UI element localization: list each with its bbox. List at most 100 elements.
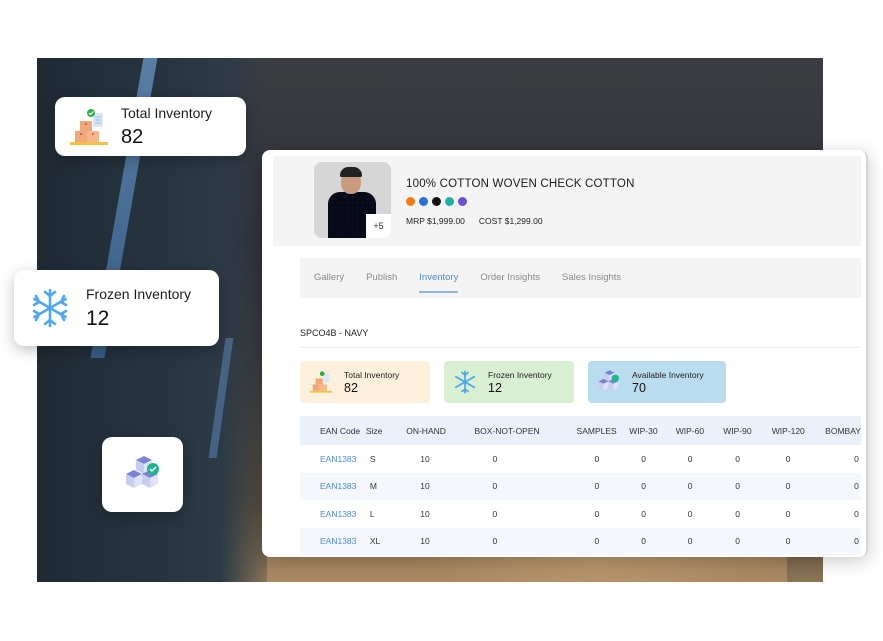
table-cell: 0 <box>825 527 861 555</box>
color-swatch[interactable] <box>458 197 467 206</box>
ean-code-link[interactable]: EAN1383 <box>300 527 366 555</box>
table-cell: 10 <box>406 472 475 500</box>
table-cell: 0 <box>825 472 861 500</box>
boxes-checklist-icon <box>70 108 108 145</box>
cubes-check-icon <box>125 455 159 488</box>
product-inventory-card: +5 100% COTTON WOVEN CHECK COTTON MRP $1… <box>262 150 868 557</box>
available-inventory-stat: Available Inventory 70 <box>588 361 726 403</box>
table-row[interactable]: EAN1383 XL 10 0 0 0 0 0 0 0 <box>300 527 861 555</box>
product-image[interactable]: +5 <box>314 162 391 238</box>
table-cell: 10 <box>406 527 475 555</box>
color-swatch[interactable] <box>419 197 428 206</box>
product-header: +5 100% COTTON WOVEN CHECK COTTON MRP $1… <box>273 156 861 246</box>
ean-code-link[interactable]: EAN1383 <box>300 472 366 500</box>
variant-label: SPCO4B - NAVY <box>300 328 369 338</box>
table-cell: 0 <box>594 508 600 519</box>
total-inventory-value: 82 <box>344 380 358 395</box>
table-cell: 0 <box>576 527 630 555</box>
table-cell: 0 <box>723 472 772 500</box>
table-cell: 0 <box>641 453 646 464</box>
table-cell: 0 <box>576 472 630 500</box>
frozen-inventory-label: Frozen Inventory <box>488 369 552 380</box>
ean-code-link[interactable]: EAN1383 <box>300 445 366 473</box>
float-frozen-value: 12 <box>86 306 110 330</box>
column-header[interactable]: ON-HAND <box>406 416 475 445</box>
table-cell: 0 <box>785 453 791 464</box>
table-cell: 10 <box>420 508 430 519</box>
column-header[interactable]: WIP-60 <box>675 416 724 445</box>
color-swatch[interactable] <box>432 197 441 206</box>
table-cell: 10 <box>420 453 430 464</box>
column-header[interactable]: SAMPLES <box>576 416 630 445</box>
total-inventory-label: Total Inventory <box>344 369 400 380</box>
table-header-row: EAN Code Size ON-HAND BOX-NOT-OPEN SAMPL… <box>300 416 861 445</box>
frozen-inventory-float-card: Frozen Inventory 12 <box>14 270 219 346</box>
more-images-badge[interactable]: +5 <box>366 214 391 238</box>
product-title: 100% COTTON WOVEN CHECK COTTON <box>406 178 635 190</box>
column-header[interactable]: Size <box>365 416 407 445</box>
color-swatch[interactable] <box>406 197 415 206</box>
ean-code-link[interactable]: EAN1383 <box>300 500 366 528</box>
table-cell: 0 <box>687 453 693 464</box>
column-header[interactable]: WIP-120 <box>771 416 826 445</box>
table-cell: 0 <box>723 527 772 555</box>
boxes-checklist-icon <box>309 371 333 393</box>
inventory-stats: Total Inventory 82 Frozen Inventory 12 A… <box>300 361 726 403</box>
inventory-table: EAN Code Size ON-HAND BOX-NOT-OPEN SAMPL… <box>300 416 861 555</box>
tabs-bar: Gallery Publish Inventory Order Insights… <box>300 258 861 298</box>
table-row[interactable]: EAN1383 L 10 0 0 0 0 0 0 0 <box>300 500 861 528</box>
table-cell: 0 <box>854 508 859 519</box>
table-cell: 0 <box>629 527 676 555</box>
table-cell: L <box>369 508 375 519</box>
table-cell: 0 <box>735 508 740 519</box>
frozen-inventory-stat: Frozen Inventory 12 <box>444 361 574 403</box>
table-cell: 0 <box>629 472 676 500</box>
table-cell: 0 <box>785 508 791 519</box>
table-cell: 0 <box>771 527 826 555</box>
table-cell: 0 <box>735 453 740 464</box>
tab-order-insights[interactable]: Order Insights <box>480 258 540 298</box>
snowflake-icon <box>454 370 476 394</box>
divider <box>300 347 861 348</box>
table-cell: 0 <box>492 508 498 519</box>
price-info: MRP $1,999.00 COST $1,299.00 <box>406 216 543 226</box>
float-total-label: Total Inventory <box>121 104 213 121</box>
color-swatches <box>406 197 467 206</box>
column-header[interactable]: BOX-NOT-OPEN <box>474 416 577 445</box>
table-cell: 0 <box>854 453 859 464</box>
available-inventory-label: Available Inventory <box>632 369 704 380</box>
tab-sales-insights[interactable]: Sales Insights <box>562 258 621 298</box>
table-cell: 0 <box>474 472 577 500</box>
table-row[interactable]: EAN1383 M 10 0 0 0 0 0 0 0 <box>300 472 861 500</box>
tab-inventory[interactable]: Inventory <box>419 258 459 298</box>
table-cell: 0 <box>675 472 724 500</box>
table-cell: 0 <box>641 508 646 519</box>
table-cell: 0 <box>675 527 724 555</box>
cubes-check-icon <box>598 370 619 391</box>
table-cell: 0 <box>474 527 577 555</box>
float-total-value: 82 <box>121 125 144 148</box>
table-cell: 0 <box>687 508 693 519</box>
tab-gallery[interactable]: Gallery <box>314 258 344 298</box>
column-header[interactable]: BOMBAY <box>825 416 861 445</box>
total-inventory-float-card: Total Inventory 82 <box>55 97 246 156</box>
mrp-price: MRP $1,999.00 <box>406 216 465 226</box>
available-inventory-float-card <box>102 437 183 512</box>
cost-price: COST $1,299.00 <box>478 216 543 226</box>
column-header[interactable]: EAN Code <box>300 416 366 445</box>
tab-publish[interactable]: Publish <box>366 258 397 298</box>
total-inventory-stat: Total Inventory 82 <box>300 361 430 403</box>
available-inventory-value: 70 <box>632 380 646 395</box>
column-header[interactable]: WIP-30 <box>629 416 676 445</box>
table-cell: 0 <box>594 453 600 464</box>
color-swatch[interactable] <box>445 197 454 206</box>
table-cell: XL <box>365 527 407 555</box>
table-cell: 0 <box>492 453 498 464</box>
table-cell: S <box>369 453 376 464</box>
model-hair <box>340 167 362 177</box>
snowflake-icon <box>32 288 68 328</box>
table-row[interactable]: EAN1383 S 10 0 0 0 0 0 0 0 <box>300 445 861 473</box>
frozen-inventory-value: 12 <box>488 380 502 395</box>
table-cell: M <box>365 472 407 500</box>
column-header[interactable]: WIP-90 <box>723 416 772 445</box>
